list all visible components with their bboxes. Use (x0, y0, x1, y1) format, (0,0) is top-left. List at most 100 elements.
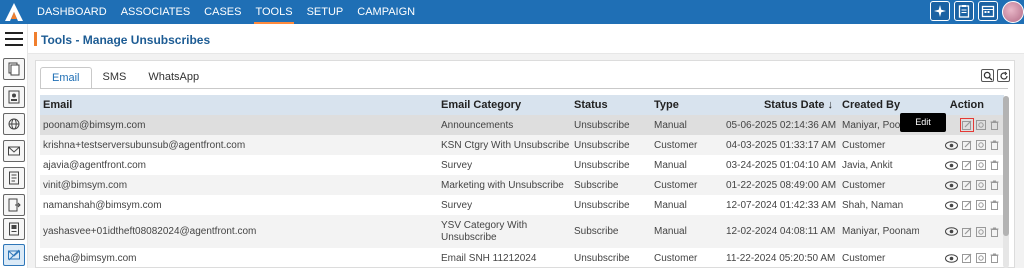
edit-icon[interactable] (962, 140, 972, 150)
col-status[interactable]: Status (571, 95, 651, 115)
nav-cases[interactable]: CASES (197, 0, 248, 24)
scrollbar-thumb[interactable] (1003, 96, 1009, 236)
table-row[interactable]: yashasvee+01idtheft08082024@agentfront.c… (40, 215, 1004, 248)
edit-icon[interactable] (960, 118, 974, 132)
settings-icon[interactable] (976, 253, 986, 263)
refresh-icon[interactable] (997, 69, 1010, 82)
view-eye-icon[interactable] (945, 227, 958, 236)
badge-icon[interactable] (3, 218, 25, 240)
report-icon[interactable] (3, 167, 25, 189)
cell-category: Email SNH 11212024 (441, 252, 537, 264)
cell-category: Survey (441, 199, 473, 211)
delete-trash-icon[interactable] (990, 200, 999, 210)
cell-actions (919, 215, 1004, 248)
nav-associates[interactable]: ASSOCIATES (114, 0, 197, 24)
cell-category: KSN Ctgry With Unsubscribe (438, 135, 571, 155)
cell-actions (919, 175, 1004, 195)
delete-trash-icon[interactable] (990, 160, 999, 170)
col-type[interactable]: Type (651, 95, 723, 115)
cell-status: Subscribe (571, 175, 651, 195)
cell-type: Manual (651, 215, 723, 248)
settings-icon[interactable] (976, 160, 986, 170)
unsubscribes-table: Email Email Category Status Type Status … (40, 95, 1004, 268)
cell-email: sneha@bimsym.com (43, 252, 137, 264)
col-email[interactable]: Email (40, 95, 438, 115)
view-eye-icon[interactable] (945, 200, 958, 210)
delete-trash-icon[interactable] (990, 140, 999, 150)
globe-icon[interactable] (3, 113, 25, 135)
table-row[interactable]: namanshah@bimsym.com Survey Unsubscribe Man… (40, 195, 1004, 215)
cell-actions (919, 248, 1004, 268)
avatar[interactable] (1002, 1, 1024, 23)
sort-desc-icon[interactable]: ↓ (828, 99, 834, 111)
cell-category: Announcements (438, 115, 571, 135)
contact-card-icon[interactable] (3, 86, 25, 108)
settings-icon[interactable] (976, 140, 986, 150)
edit-icon[interactable] (962, 253, 972, 263)
delete-trash-icon[interactable] (990, 120, 999, 130)
documents-icon[interactable] (3, 58, 25, 80)
cell-status-date: 05-06-2025 02:14:36 AM (723, 115, 839, 135)
main-nav: DASHBOARD ASSOCIATES CASES TOOLS SETUP C… (30, 0, 422, 24)
cell-type: Customer (654, 252, 698, 264)
cell-type: Manual (654, 159, 687, 171)
calendar-icon[interactable] (978, 1, 998, 21)
cell-type: Customer (651, 135, 723, 155)
settings-icon[interactable] (976, 200, 986, 210)
cell-status: Subscribe (571, 215, 651, 248)
cell-status: Unsubscribe (574, 159, 630, 171)
tab-whatsapp[interactable]: WhatsApp (137, 67, 210, 89)
nav-campaign[interactable]: CAMPAIGN (350, 0, 422, 24)
cell-email: yashasvee+01idtheft08082024@agentfront.c… (40, 215, 438, 248)
table-row[interactable]: ajavia@agentfront.com Survey Unsubscribe Ma… (40, 155, 1004, 175)
app-logo[interactable] (2, 1, 26, 23)
search-icon[interactable] (981, 69, 994, 82)
sparkle-icon[interactable] (930, 1, 950, 21)
table-tools (981, 69, 1010, 82)
col-action: Action (949, 99, 984, 111)
cell-type: Manual (654, 199, 687, 211)
edit-icon[interactable] (962, 200, 972, 210)
table-row[interactable]: vinit@bimsym.com Marketing with Unsubscri… (40, 175, 1004, 195)
edit-icon[interactable] (962, 160, 972, 170)
cell-actions (919, 135, 1004, 155)
view-eye-icon[interactable] (945, 180, 958, 190)
nav-dashboard[interactable]: DASHBOARD (30, 0, 114, 24)
tab-sms[interactable]: SMS (92, 67, 138, 89)
table-row[interactable]: krishna+testserversubunsub@agentfront.co… (40, 135, 1004, 155)
page-title: Tools - Manage Unsubscribes (41, 33, 211, 47)
edit-icon[interactable] (962, 227, 972, 237)
hamburger-menu-icon[interactable] (5, 32, 23, 50)
cell-created-by: Customer (839, 135, 919, 155)
mail-icon[interactable] (3, 140, 25, 162)
top-icons (930, 1, 1024, 23)
clipboard-icon[interactable] (954, 1, 974, 21)
col-created-by[interactable]: Created By (839, 95, 919, 115)
view-eye-icon[interactable] (945, 253, 958, 263)
nav-tools[interactable]: TOOLS (248, 0, 299, 24)
tab-email[interactable]: Email (40, 67, 92, 89)
export-document-icon[interactable] (3, 194, 25, 216)
delete-trash-icon[interactable] (990, 180, 999, 190)
cell-type: Customer (651, 175, 723, 195)
cell-category: YSV Category With Unsubscribe (438, 215, 571, 248)
delete-trash-icon[interactable] (990, 253, 999, 263)
table-row[interactable]: poonam@bimsym.com Announcements Unsubscrib… (40, 115, 1004, 135)
cell-status-date: 04-03-2025 01:33:17 AM (723, 135, 839, 155)
settings-icon[interactable] (976, 180, 986, 190)
unsubscribe-mail-icon[interactable] (3, 244, 25, 266)
settings-icon[interactable] (976, 120, 986, 130)
edit-icon[interactable] (962, 180, 972, 190)
col-category[interactable]: Email Category (438, 95, 571, 115)
view-eye-icon[interactable] (945, 160, 958, 170)
delete-trash-icon[interactable] (990, 227, 999, 237)
top-nav-bar: DASHBOARD ASSOCIATES CASES TOOLS SETUP C… (0, 0, 1024, 24)
settings-icon[interactable] (976, 226, 986, 237)
col-status-date[interactable]: Status Date ↓ (723, 95, 839, 115)
cell-email: vinit@bimsym.com (40, 175, 438, 195)
nav-setup[interactable]: SETUP (300, 0, 351, 24)
table-row[interactable]: sneha@bimsym.com Email SNH 11212024 Unsubs… (40, 248, 1004, 268)
cell-actions (919, 195, 1004, 215)
view-eye-icon[interactable] (945, 140, 958, 150)
edit-tooltip: Edit (900, 113, 946, 132)
